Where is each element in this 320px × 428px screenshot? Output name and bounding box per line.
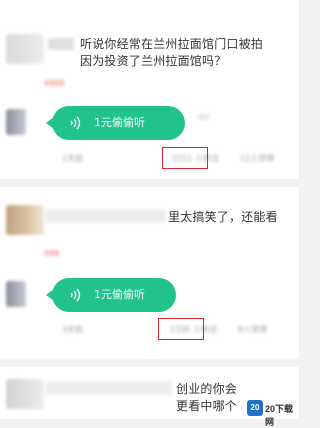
- blurred-prefix: [46, 381, 172, 395]
- listen-button[interactable]: 1元偷偷听: [46, 278, 176, 312]
- avatar[interactable]: [6, 109, 26, 135]
- price-tag: ¥88: [44, 249, 60, 258]
- sound-wave-icon: [70, 116, 81, 130]
- like-count: 12人觉得: [240, 154, 275, 163]
- bubble-arrow: [46, 289, 54, 301]
- watermark-logo: 20: [247, 400, 263, 416]
- question-text-line2[interactable]: 因为投资了兰州拉面馆吗？: [80, 53, 226, 69]
- sound-wave-icon: [70, 288, 81, 302]
- listen-button[interactable]: 1元偷偷听: [46, 106, 185, 140]
- avatar[interactable]: [6, 34, 44, 64]
- question-text-line2[interactable]: 更看中哪个: [176, 398, 237, 414]
- bubble-arrow: [46, 117, 54, 129]
- blurred-prefix: [46, 209, 166, 223]
- feed-card: 里太搞笑了，还能看 ¥88 1元偷偷听 3天前 1330 人听过 8人觉得: [0, 187, 299, 359]
- post-time: 1天前: [62, 154, 84, 163]
- like-count: 8人觉得: [238, 325, 268, 334]
- question-text-line1[interactable]: 创业的你会: [176, 381, 237, 397]
- blurred-name: [48, 38, 74, 50]
- listen-label: 1元偷偷听: [94, 116, 145, 129]
- side-count: 40: [198, 113, 210, 123]
- avatar[interactable]: [6, 205, 44, 235]
- site-watermark: 20 20下载网: [247, 399, 297, 427]
- listen-label: 1元偷偷听: [94, 288, 145, 301]
- avatar[interactable]: [6, 281, 26, 307]
- question-text-line1[interactable]: 听说你经常在兰州拉面馆门口被拍: [80, 36, 263, 52]
- feed-card: 听说你经常在兰州拉面馆门口被拍 因为投资了兰州拉面馆吗？ ¥888 1元偷偷听 …: [0, 0, 299, 179]
- avatar[interactable]: [6, 379, 44, 409]
- highlight-box: [158, 318, 204, 340]
- post-time: 3天前: [62, 325, 84, 334]
- watermark-text: 20下载网: [265, 404, 294, 427]
- price-tag: ¥888: [44, 79, 65, 88]
- question-text-line1[interactable]: 里太搞笑了，还能看: [168, 209, 278, 225]
- highlight-box: [162, 147, 208, 169]
